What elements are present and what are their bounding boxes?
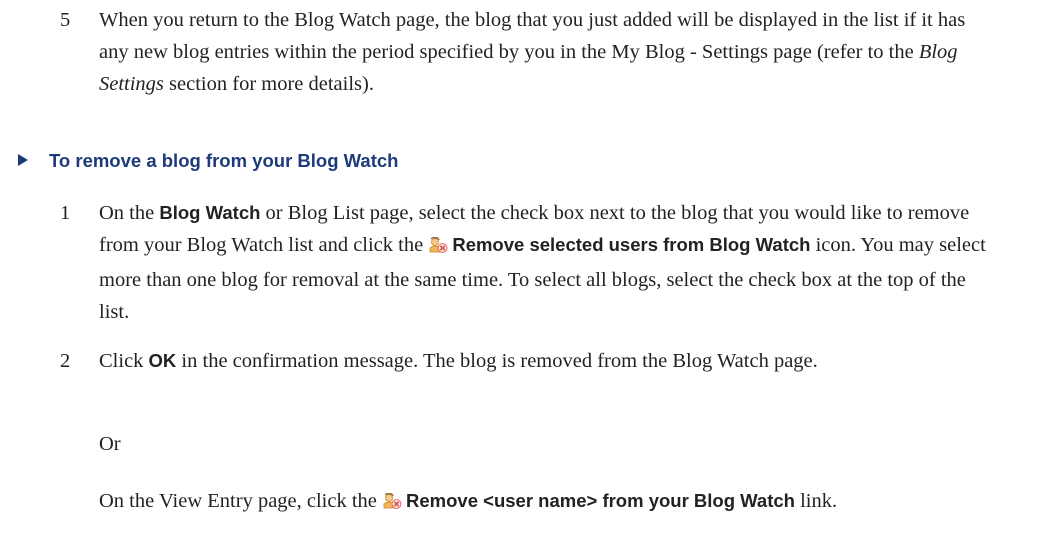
step-5: 5 When you return to the Blog Watch page… xyxy=(60,4,990,100)
procedure-heading: To remove a blog from your Blog Watch xyxy=(18,149,398,173)
ok-label: OK xyxy=(148,350,177,371)
remove-user-icon xyxy=(428,232,448,264)
step-number: 2 xyxy=(60,350,71,372)
step-number: 1 xyxy=(60,202,71,224)
step-text: Click OK in the confirmation message. Th… xyxy=(99,350,818,372)
remove-user-from-blog-watch-label: Remove <user name> from your Blog Watch xyxy=(406,490,795,511)
play-arrow-icon xyxy=(18,154,28,166)
alternative-step: On the View Entry page, click the Remove… xyxy=(99,485,999,520)
step-1: 1 On the Blog Watch or Blog List page, s… xyxy=(60,197,990,328)
step-number: 5 xyxy=(60,9,71,31)
remove-user-icon xyxy=(382,488,402,520)
remove-selected-users-label: Remove selected users from Blog Watch xyxy=(452,234,811,255)
step-2: 2 Click OK in the confirmation message. … xyxy=(60,345,990,377)
step-text: On the Blog Watch or Blog List page, sel… xyxy=(99,202,986,323)
blog-watch-label: Blog Watch xyxy=(159,202,261,223)
or-text: Or xyxy=(99,433,121,455)
step-text: When you return to the Blog Watch page, … xyxy=(99,9,966,95)
